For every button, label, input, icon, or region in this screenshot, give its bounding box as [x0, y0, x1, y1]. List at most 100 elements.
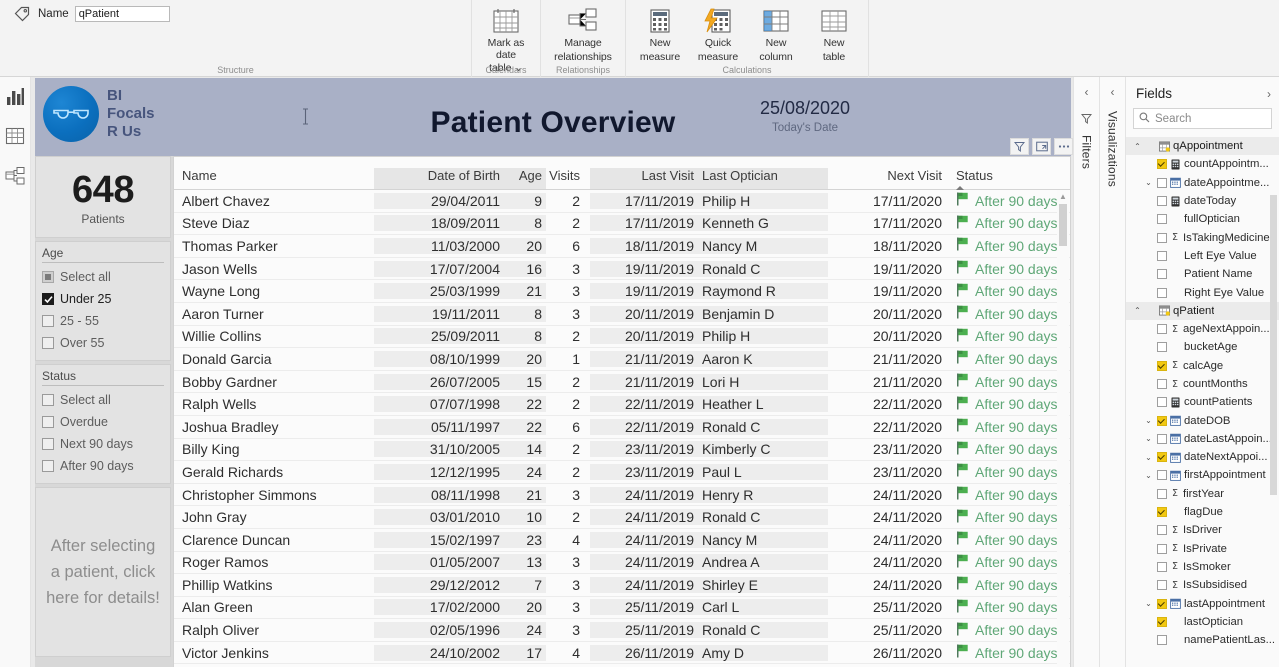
- slicer-age-item-under-25[interactable]: Under 25: [42, 288, 164, 310]
- field-checkbox[interactable]: [1157, 415, 1167, 426]
- fields-field-node[interactable]: Left Eye Value: [1126, 247, 1279, 265]
- column-header-last-visit[interactable]: Last Visit: [590, 168, 700, 189]
- field-checkbox[interactable]: [1157, 543, 1167, 554]
- fields-table-node[interactable]: ⌃ qAppointment: [1126, 137, 1279, 156]
- fields-field-node[interactable]: ⌄ dateLastAppoin...: [1126, 430, 1279, 448]
- chevron-right-icon[interactable]: ⌄: [1143, 599, 1154, 608]
- fields-field-node[interactable]: Σ IsSubsidised: [1126, 576, 1279, 594]
- visualizations-pane-collapsed[interactable]: ‹ Visualizations: [1099, 77, 1125, 667]
- patient-table-visual[interactable]: Name Date of Birth Age Visits Last Visit…: [173, 156, 1071, 667]
- field-checkbox[interactable]: [1157, 342, 1167, 353]
- field-checkbox[interactable]: [1157, 580, 1167, 591]
- table-row[interactable]: Joshua Bradley 05/11/1997 22 6 22/11/2019 Ron…: [174, 416, 1070, 439]
- fields-field-node[interactable]: ⌄ lastAppointment: [1126, 594, 1279, 612]
- fields-field-node[interactable]: ΣcalcAge: [1126, 357, 1279, 375]
- table-row[interactable]: John Gray 03/01/2010 10 2 24/11/2019 Ronald C…: [174, 506, 1070, 529]
- chevron-right-icon[interactable]: ›: [1267, 87, 1271, 101]
- checkbox-checked-icon[interactable]: [42, 293, 54, 305]
- quick-measure-button[interactable]: Quick measure: [690, 4, 746, 63]
- fields-pane[interactable]: Fields › Search ⌃ qAppointment countAppoin…: [1125, 77, 1279, 667]
- table-row[interactable]: Bobby Gardner 26/07/2005 15 2 21/11/2019 Lori…: [174, 371, 1070, 394]
- details-drillthrough-note[interactable]: After selecting a patient, click here fo…: [35, 487, 171, 657]
- field-checkbox[interactable]: [1157, 452, 1167, 463]
- fields-field-node[interactable]: Σ IsSmoker: [1126, 558, 1279, 576]
- checkbox-icon[interactable]: [42, 416, 54, 428]
- fields-field-node[interactable]: flagDue: [1126, 503, 1279, 521]
- fields-field-node[interactable]: countAppointm...: [1126, 155, 1279, 173]
- more-options-icon[interactable]: [1054, 138, 1073, 155]
- fields-field-node[interactable]: lastOptician: [1126, 613, 1279, 631]
- field-checkbox[interactable]: [1157, 433, 1167, 444]
- slicer-status-item-next-90-days[interactable]: Next 90 days: [42, 433, 164, 455]
- field-checkbox[interactable]: [1157, 470, 1167, 481]
- table-body[interactable]: Albert Chavez 29/04/2011 9 2 17/11/2019 Phili…: [174, 190, 1070, 667]
- chevron-right-icon[interactable]: ⌄: [1143, 434, 1154, 443]
- table-row[interactable]: Alan Green 17/02/2000 20 3 25/11/2019 Carl L 2…: [174, 597, 1070, 620]
- table-row[interactable]: Victor Jenkins 24/10/2002 17 4 26/11/2019 Amy…: [174, 642, 1070, 665]
- chevron-right-icon[interactable]: ⌄: [1143, 416, 1154, 425]
- field-checkbox[interactable]: [1157, 159, 1167, 170]
- fields-field-node[interactable]: ΣfirstYear: [1126, 485, 1279, 503]
- filter-icon[interactable]: [1010, 138, 1029, 155]
- table-row[interactable]: Phillip Watkins 29/12/2012 7 3 24/11/2019 Shi…: [174, 574, 1070, 597]
- field-checkbox[interactable]: [1157, 177, 1167, 188]
- table-name-input[interactable]: [74, 6, 170, 22]
- model-view-button[interactable]: [2, 165, 28, 191]
- chevron-down-icon[interactable]: ⌃: [1132, 306, 1143, 315]
- field-checkbox[interactable]: [1157, 397, 1167, 408]
- chevron-left-icon[interactable]: ‹: [1085, 85, 1089, 99]
- mark-as-date-table-button[interactable]: Mark as date table ⌄: [478, 4, 534, 75]
- checkbox-icon[interactable]: [42, 337, 54, 349]
- fields-scrollbar[interactable]: [1269, 137, 1278, 651]
- table-row[interactable]: Gerald Richards 12/12/1995 24 2 23/11/2019 Pa…: [174, 461, 1070, 484]
- chevron-left-icon[interactable]: ‹: [1111, 85, 1115, 99]
- table-row[interactable]: Albert Chavez 29/04/2011 9 2 17/11/2019 Phili…: [174, 190, 1070, 213]
- fields-field-node[interactable]: dateToday: [1126, 192, 1279, 210]
- table-row[interactable]: Ralph Wells 07/07/1998 22 2 22/11/2019 Heathe…: [174, 393, 1070, 416]
- field-checkbox[interactable]: [1157, 287, 1167, 298]
- new-measure-button[interactable]: New measure: [632, 4, 688, 63]
- slicer-status-item-after-90-days[interactable]: After 90 days: [42, 455, 164, 477]
- filters-pane-collapsed[interactable]: ‹ Filters: [1073, 77, 1099, 667]
- field-checkbox[interactable]: [1157, 232, 1167, 243]
- field-checkbox[interactable]: [1157, 269, 1167, 280]
- field-checkbox[interactable]: [1157, 360, 1167, 371]
- column-header-last-optician[interactable]: Last Optician: [700, 168, 828, 189]
- fields-list[interactable]: ⌃ qAppointment countAppointm... ⌄ dateAppoin…: [1126, 137, 1279, 651]
- field-checkbox[interactable]: [1157, 324, 1167, 335]
- column-header-age[interactable]: Age: [506, 168, 546, 189]
- slicer-age-item-25-55[interactable]: 25 - 55: [42, 310, 164, 332]
- fields-field-node[interactable]: Σ IsTakingMedicine: [1126, 228, 1279, 246]
- slicer-age-item-select-all[interactable]: Select all: [42, 266, 164, 288]
- focus-mode-icon[interactable]: [1032, 138, 1051, 155]
- table-row[interactable]: Christopher Simmons 08/11/1998 21 3 24/11/20…: [174, 484, 1070, 507]
- patients-kpi-card[interactable]: 648 Patients: [35, 156, 171, 238]
- column-header-next-visit[interactable]: Next Visit: [828, 168, 948, 189]
- chevron-right-icon[interactable]: ⌄: [1143, 178, 1154, 187]
- data-view-button[interactable]: [2, 125, 28, 151]
- field-checkbox[interactable]: [1157, 616, 1167, 627]
- table-row[interactable]: Ralph Oliver 02/05/1996 24 3 25/11/2019 Ronal…: [174, 619, 1070, 642]
- field-checkbox[interactable]: [1157, 525, 1167, 536]
- fields-field-node[interactable]: Right Eye Value: [1126, 283, 1279, 301]
- chevron-right-icon[interactable]: ⌄: [1143, 453, 1154, 462]
- new-column-button[interactable]: New column: [748, 4, 804, 63]
- report-canvas[interactable]: BI Focals R Us Patient Overview 25/08/20…: [31, 77, 1073, 667]
- report-view-button[interactable]: [2, 85, 28, 111]
- fields-field-node[interactable]: ⌄ firstAppointment: [1126, 466, 1279, 484]
- slicer-status-item-select-all[interactable]: Select all: [42, 389, 164, 411]
- table-row[interactable]: Roger Ramos 01/05/2007 13 3 24/11/2019 Andrea…: [174, 552, 1070, 575]
- table-row[interactable]: Jason Wells 17/07/2004 16 3 19/11/2019 Ronald…: [174, 258, 1070, 281]
- fields-field-node[interactable]: ⌄ dateDOB: [1126, 411, 1279, 429]
- field-checkbox[interactable]: [1157, 635, 1167, 646]
- table-row[interactable]: Steve Diaz 18/09/2011 8 2 17/11/2019 Kenneth …: [174, 213, 1070, 236]
- field-checkbox[interactable]: [1157, 561, 1167, 572]
- fields-field-node[interactable]: ⌄ dateNextAppoi...: [1126, 448, 1279, 466]
- fields-field-node[interactable]: fullOptician: [1126, 210, 1279, 228]
- fields-field-node[interactable]: ΣageNextAppoin...: [1126, 320, 1279, 338]
- scroll-up-icon[interactable]: ▲: [1057, 190, 1069, 202]
- fields-field-node[interactable]: ⌄ dateAppointme...: [1126, 174, 1279, 192]
- table-row[interactable]: Donald Garcia 08/10/1999 20 1 21/11/2019 Aaro…: [174, 348, 1070, 371]
- fields-field-node[interactable]: Σ IsDriver: [1126, 521, 1279, 539]
- fields-field-node[interactable]: countPatients: [1126, 393, 1279, 411]
